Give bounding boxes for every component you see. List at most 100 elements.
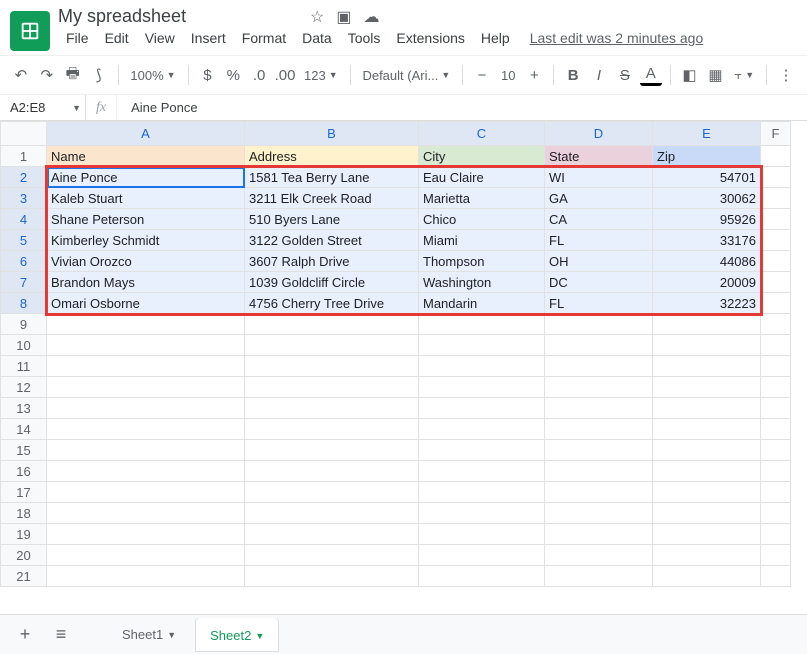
doc-title-input[interactable] — [58, 6, 290, 27]
cell-D3[interactable]: GA — [545, 188, 653, 209]
cell-F1[interactable] — [761, 146, 791, 167]
tab-sheet2[interactable]: Sheet2▼ — [196, 618, 278, 652]
cell-C17[interactable] — [419, 482, 545, 503]
cell-B12[interactable] — [245, 377, 419, 398]
cell-F4[interactable] — [761, 209, 791, 230]
cell-E6[interactable]: 44086 — [653, 251, 761, 272]
cell-C18[interactable] — [419, 503, 545, 524]
cell-A13[interactable] — [47, 398, 245, 419]
row-header-11[interactable]: 11 — [1, 356, 47, 377]
cell-C3[interactable]: Marietta — [419, 188, 545, 209]
row-header-17[interactable]: 17 — [1, 482, 47, 503]
col-header-F[interactable]: F — [761, 122, 791, 146]
cell-F10[interactable] — [761, 335, 791, 356]
cell-F17[interactable] — [761, 482, 791, 503]
cell-A18[interactable] — [47, 503, 245, 524]
cell-B11[interactable] — [245, 356, 419, 377]
cell-E15[interactable] — [653, 440, 761, 461]
cell-B19[interactable] — [245, 524, 419, 545]
redo-button[interactable]: ↷ — [36, 62, 58, 88]
all-sheets-button[interactable]: ≡ — [46, 620, 76, 650]
cell-D18[interactable] — [545, 503, 653, 524]
row-header-16[interactable]: 16 — [1, 461, 47, 482]
cell-F6[interactable] — [761, 251, 791, 272]
cell-C2[interactable]: Eau Claire — [419, 167, 545, 188]
cell-D14[interactable] — [545, 419, 653, 440]
select-all-corner[interactable] — [1, 122, 47, 146]
cell-B1[interactable]: Address — [245, 146, 419, 167]
cell-C9[interactable] — [419, 314, 545, 335]
menu-tools[interactable]: Tools — [340, 28, 389, 48]
cell-C6[interactable]: Thompson — [419, 251, 545, 272]
row-header-8[interactable]: 8 — [1, 293, 47, 314]
bold-button[interactable]: B — [562, 62, 584, 88]
cell-A16[interactable] — [47, 461, 245, 482]
star-icon[interactable]: ☆ — [310, 7, 324, 27]
cell-A15[interactable] — [47, 440, 245, 461]
cell-F13[interactable] — [761, 398, 791, 419]
col-header-A[interactable]: A — [47, 122, 245, 146]
cell-B10[interactable] — [245, 335, 419, 356]
cell-D9[interactable] — [545, 314, 653, 335]
cell-E11[interactable] — [653, 356, 761, 377]
cell-E8[interactable]: 32223 — [653, 293, 761, 314]
more-icon[interactable]: ⋮ — [775, 62, 797, 88]
cell-B13[interactable] — [245, 398, 419, 419]
text-color-button[interactable]: A — [640, 64, 662, 86]
sheet-grid[interactable]: ABCDEF1NameAddressCityStateZip2Aine Ponc… — [0, 121, 791, 587]
add-sheet-button[interactable]: + — [10, 620, 40, 650]
cell-D16[interactable] — [545, 461, 653, 482]
cell-D7[interactable]: DC — [545, 272, 653, 293]
cell-F16[interactable] — [761, 461, 791, 482]
cell-D12[interactable] — [545, 377, 653, 398]
cell-C14[interactable] — [419, 419, 545, 440]
menu-extensions[interactable]: Extensions — [388, 28, 472, 48]
row-header-12[interactable]: 12 — [1, 377, 47, 398]
more-formats-select[interactable]: 123▼ — [300, 62, 342, 88]
cell-A17[interactable] — [47, 482, 245, 503]
percent-button[interactable]: % — [222, 62, 244, 88]
row-header-10[interactable]: 10 — [1, 335, 47, 356]
row-header-19[interactable]: 19 — [1, 524, 47, 545]
fill-color-button[interactable]: ◧ — [679, 62, 701, 88]
cell-D19[interactable] — [545, 524, 653, 545]
col-header-C[interactable]: C — [419, 122, 545, 146]
cell-A20[interactable] — [47, 545, 245, 566]
cell-F18[interactable] — [761, 503, 791, 524]
row-header-21[interactable]: 21 — [1, 566, 47, 587]
cell-F19[interactable] — [761, 524, 791, 545]
menu-view[interactable]: View — [137, 28, 183, 48]
font-size-inc[interactable]: + — [523, 62, 545, 88]
menu-edit[interactable]: Edit — [97, 28, 137, 48]
cell-B16[interactable] — [245, 461, 419, 482]
cell-E13[interactable] — [653, 398, 761, 419]
cell-C11[interactable] — [419, 356, 545, 377]
borders-button[interactable]: ▦ — [704, 62, 726, 88]
dec-increase-button[interactable]: .00 — [274, 62, 296, 88]
cell-E7[interactable]: 20009 — [653, 272, 761, 293]
row-header-1[interactable]: 1 — [1, 146, 47, 167]
cell-A3[interactable]: Kaleb Stuart — [47, 188, 245, 209]
cell-C10[interactable] — [419, 335, 545, 356]
cell-C8[interactable]: Mandarin — [419, 293, 545, 314]
cell-F5[interactable] — [761, 230, 791, 251]
row-header-18[interactable]: 18 — [1, 503, 47, 524]
cell-E19[interactable] — [653, 524, 761, 545]
cell-F11[interactable] — [761, 356, 791, 377]
font-size-input[interactable]: 10 — [497, 62, 519, 88]
cell-A10[interactable] — [47, 335, 245, 356]
cell-D21[interactable] — [545, 566, 653, 587]
row-header-6[interactable]: 6 — [1, 251, 47, 272]
cell-C15[interactable] — [419, 440, 545, 461]
cell-B2[interactable]: 1581 Tea Berry Lane — [245, 167, 419, 188]
cell-C7[interactable]: Washington — [419, 272, 545, 293]
dec-decrease-button[interactable]: .0 — [248, 62, 270, 88]
cell-E21[interactable] — [653, 566, 761, 587]
cell-D10[interactable] — [545, 335, 653, 356]
row-header-14[interactable]: 14 — [1, 419, 47, 440]
row-header-20[interactable]: 20 — [1, 545, 47, 566]
cell-E2[interactable]: 54701 — [653, 167, 761, 188]
menu-data[interactable]: Data — [294, 28, 340, 48]
row-header-4[interactable]: 4 — [1, 209, 47, 230]
cell-D20[interactable] — [545, 545, 653, 566]
